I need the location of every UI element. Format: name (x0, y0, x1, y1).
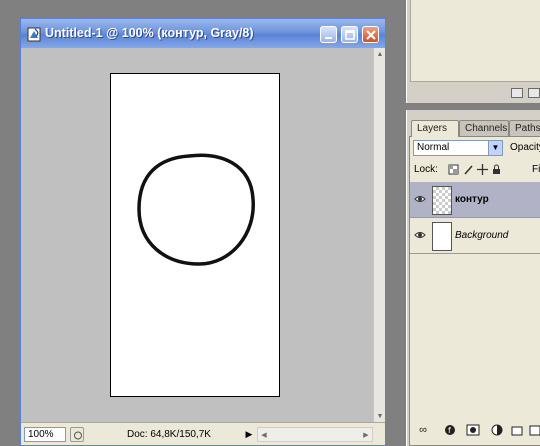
layers-panel: Layers Channels Paths Normal ▼ Opacity: … (406, 110, 540, 446)
layer-style-icon[interactable]: f (444, 424, 458, 436)
document-window: Untitled-1 @ 100% (контур, Gray/8) ▲ ▼ 1… (20, 18, 386, 446)
new-layer-icon[interactable] (528, 424, 540, 436)
close-button[interactable] (362, 26, 379, 43)
layer-name: контур (455, 194, 489, 205)
document-canvas[interactable] (110, 73, 280, 397)
layer-row-kontur[interactable]: контур (410, 182, 540, 218)
window-title: Untitled-1 @ 100% (контур, Gray/8) (45, 26, 254, 40)
lock-label: Lock: (414, 164, 438, 175)
zoom-field[interactable]: 100% (24, 427, 66, 442)
fill-label: Fill (532, 164, 540, 175)
maximize-icon (345, 30, 355, 40)
layers-panel-body: Normal ▼ Opacity: Lock: Fill контур (409, 136, 540, 446)
vertical-scrollbar[interactable]: ▲ ▼ (373, 48, 385, 422)
palette-new-icon[interactable] (528, 88, 540, 98)
horizontal-scrollbar[interactable]: ◀ ▶ (257, 427, 373, 442)
close-icon (366, 30, 376, 40)
svg-text:f: f (448, 426, 451, 435)
layer-thumbnail (432, 186, 452, 215)
panel-tabs: Layers Channels Paths (407, 120, 540, 137)
tab-layers[interactable]: Layers (411, 120, 459, 137)
lock-transparency-icon[interactable] (448, 164, 459, 175)
status-bar: 100% Doc: 64,8K/150,7K ▶ ◀ ▶ (21, 422, 385, 445)
tab-channels[interactable]: Channels (459, 120, 509, 136)
blend-mode-value: Normal (417, 142, 450, 153)
maximize-button[interactable] (341, 26, 358, 43)
scroll-left-icon[interactable]: ◀ (258, 429, 270, 441)
add-mask-icon[interactable] (466, 424, 480, 436)
top-palette-content (410, 0, 540, 82)
tab-paths[interactable]: Paths (509, 120, 540, 136)
adjustment-layer-icon[interactable] (490, 424, 504, 436)
minimize-button[interactable] (320, 26, 337, 43)
layer-thumbnail (432, 222, 452, 251)
opacity-label: Opacity: (510, 142, 540, 153)
layer-row-background[interactable]: Background (410, 218, 540, 254)
title-bar[interactable]: Untitled-1 @ 100% (контур, Gray/8) (21, 19, 385, 48)
layers-bottom-toolbar: ∞ f (410, 421, 540, 441)
eye-icon[interactable] (414, 194, 426, 204)
blend-mode-select[interactable]: Normal ▼ (413, 140, 503, 156)
lock-all-icon[interactable] (491, 164, 502, 175)
lock-position-icon[interactable] (477, 164, 488, 175)
lock-image-pixels-icon[interactable] (463, 164, 474, 175)
minimize-icon (325, 37, 332, 39)
chevron-down-icon[interactable]: ▼ (488, 141, 502, 155)
scroll-down-icon[interactable]: ▼ (374, 410, 386, 422)
contour-shape (137, 153, 255, 266)
canvas-area[interactable] (21, 48, 373, 422)
layer-name: Background (455, 230, 509, 241)
scroll-right-icon[interactable]: ▶ (360, 429, 372, 441)
top-palette-buttons (407, 86, 540, 103)
status-menu-arrow-icon[interactable]: ▶ (243, 427, 255, 442)
scroll-up-icon[interactable]: ▲ (374, 48, 386, 60)
new-group-icon[interactable] (510, 424, 524, 436)
photoshop-document-icon (27, 27, 41, 42)
document-size-info: Doc: 64,8K/150,7K (127, 429, 211, 440)
palette-options-icon[interactable] (511, 88, 523, 98)
eye-icon[interactable] (414, 230, 426, 240)
top-palette (406, 0, 540, 103)
status-info-icon[interactable] (70, 427, 84, 442)
link-layers-icon[interactable]: ∞ (416, 424, 430, 436)
layer-list: контур Background (410, 182, 540, 254)
